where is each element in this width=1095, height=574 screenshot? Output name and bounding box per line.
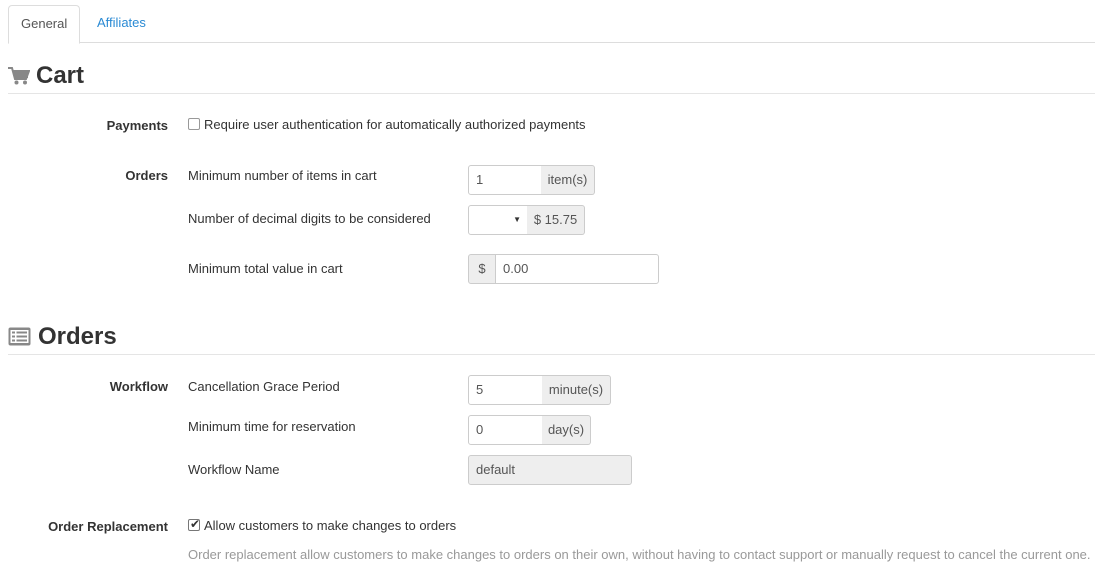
- reservation-input[interactable]: 0: [468, 415, 543, 445]
- list-icon: [8, 327, 31, 346]
- allow-changes-checkbox[interactable]: ✔: [188, 517, 201, 531]
- tab-bar: General Affiliates: [8, 5, 1095, 44]
- currency-prefix: $: [468, 254, 496, 284]
- min-items-input[interactable]: 1: [468, 165, 542, 195]
- checkmark-icon: ✔: [190, 517, 201, 531]
- orders-section-header: Orders: [8, 319, 1095, 355]
- decimal-digits-label: Number of decimal digits to be considere…: [188, 211, 431, 226]
- grace-period-unit: minute(s): [542, 375, 611, 405]
- orders-label: Orders: [125, 168, 168, 183]
- order-replacement-label: Order Replacement: [48, 519, 168, 534]
- grace-period-input[interactable]: 5: [468, 375, 543, 405]
- grace-period-label: Cancellation Grace Period: [188, 379, 340, 394]
- reservation-label: Minimum time for reservation: [188, 419, 356, 434]
- min-items-unit: item(s): [541, 165, 595, 195]
- decimal-digits-select[interactable]: ▼: [468, 205, 528, 235]
- min-total-input[interactable]: 0.00: [495, 254, 659, 284]
- workflow-name-input: default: [468, 455, 632, 485]
- require-auth-checkbox-label: Require user authentication for automati…: [204, 117, 586, 132]
- allow-changes-checkbox-label: Allow customers to make changes to order…: [204, 518, 457, 533]
- min-items-label: Minimum number of items in cart: [188, 168, 377, 183]
- shopping-cart-icon: [8, 67, 30, 85]
- payments-label: Payments: [106, 118, 168, 133]
- cart-section-header: Cart: [8, 58, 1095, 94]
- orders-section-title: Orders: [38, 323, 117, 350]
- tab-general[interactable]: General: [8, 5, 81, 44]
- reservation-unit: day(s): [542, 415, 591, 445]
- decimal-digits-preview: $ 15.75: [527, 205, 585, 235]
- workflow-label: Workflow: [109, 379, 168, 394]
- require-auth-checkbox[interactable]: [188, 118, 200, 130]
- min-total-label: Minimum total value in cart: [188, 261, 343, 276]
- cart-section-title: Cart: [36, 62, 85, 89]
- caret-down-icon: ▼: [513, 215, 521, 224]
- tab-affiliates[interactable]: Affiliates: [85, 5, 158, 43]
- order-replacement-help: Order replacement allow customers to mak…: [188, 547, 1091, 562]
- workflow-name-label: Workflow Name: [188, 462, 280, 477]
